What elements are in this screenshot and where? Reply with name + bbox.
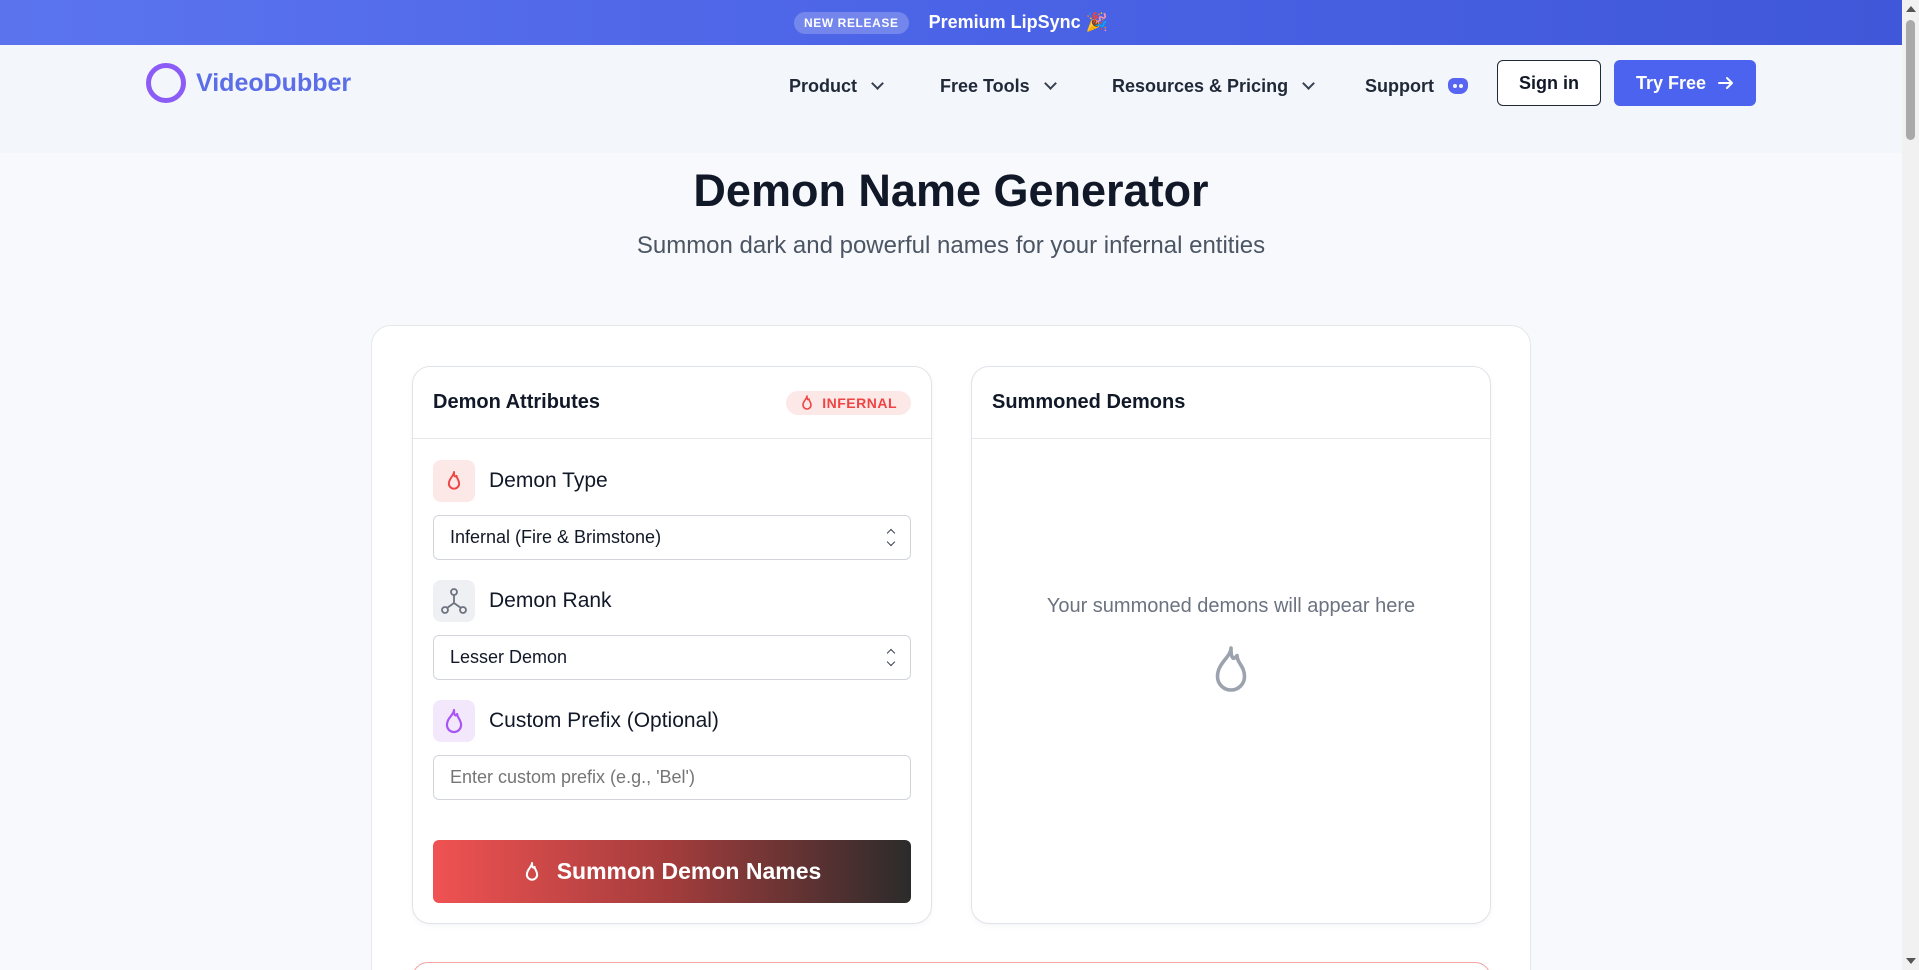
try-free-label: Try Free	[1635, 72, 1707, 93]
chevron-down-icon	[1043, 77, 1057, 90]
select-chevrons-icon	[886, 648, 896, 667]
scroll-up-icon[interactable]	[1906, 6, 1916, 12]
flame-icon	[525, 861, 538, 881]
demon-attributes-card: Demon Attributes INFERNAL Demon Type Inf…	[412, 366, 932, 924]
nav-item-resources-pricing[interactable]: Resources & Pricing	[1112, 70, 1315, 102]
flame-icon	[802, 394, 813, 410]
sign-in-button[interactable]: Sign in	[1497, 60, 1601, 106]
arrow-right-icon	[1718, 77, 1734, 89]
announcement-banner[interactable]: NEW RELEASE Premium LipSync 🎉	[0, 0, 1902, 45]
flame-icon	[433, 460, 475, 502]
new-release-badge: NEW RELEASE	[793, 11, 909, 34]
fire-icon	[433, 700, 475, 742]
logo[interactable]: VideoDubber	[146, 63, 351, 103]
chevron-down-icon	[871, 77, 884, 90]
demon-rank-select[interactable]: Lesser Demon	[433, 635, 911, 680]
page-scrollbar[interactable]	[1902, 0, 1919, 970]
flame-icon	[1215, 646, 1247, 692]
nav-item-label: Resources & Pricing	[1112, 75, 1289, 96]
infernal-badge: INFERNAL	[786, 390, 911, 415]
demon-type-value: Infernal (Fire & Brimstone)	[450, 527, 662, 547]
results-card-header: Summoned Demons	[972, 367, 1490, 439]
chevron-down-icon	[1302, 77, 1315, 90]
select-chevrons-icon	[886, 528, 896, 547]
custom-prefix-text: Custom Prefix (Optional)	[489, 709, 719, 732]
summoned-demons-card: Summoned Demons Your summoned demons wil…	[971, 366, 1491, 924]
custom-prefix-input[interactable]	[433, 755, 911, 800]
demon-type-select[interactable]: Infernal (Fire & Brimstone)	[433, 515, 911, 560]
summon-button-label: Summon Demon Names	[556, 858, 822, 884]
discord-icon	[1448, 78, 1468, 94]
attributes-card-title: Demon Attributes	[433, 391, 601, 413]
try-free-button[interactable]: Try Free	[1614, 60, 1756, 106]
summon-demon-names-button[interactable]: Summon Demon Names	[433, 840, 911, 903]
demon-type-label: Demon Type	[433, 460, 608, 502]
demon-rank-label: Demon Rank	[433, 580, 612, 622]
banner-text[interactable]: Premium LipSync 🎉	[929, 12, 1108, 33]
nav-item-label: Support	[1365, 75, 1434, 96]
nav-item-free-tools[interactable]: Free Tools	[940, 70, 1057, 102]
nav-item-label: Free Tools	[940, 75, 1030, 96]
hierarchy-icon	[433, 580, 475, 622]
logo-ring-icon	[146, 63, 186, 103]
custom-prefix-label: Custom Prefix (Optional)	[433, 700, 719, 742]
nav-item-support[interactable]: Support	[1365, 70, 1468, 102]
demon-rank-value: Lesser Demon	[450, 647, 568, 667]
infernal-badge-label: INFERNAL	[822, 394, 897, 411]
page-title: Demon Name Generator	[693, 165, 1209, 216]
nav-item-label: Product	[789, 75, 858, 96]
attributes-card-header: Demon Attributes INFERNAL	[413, 367, 931, 439]
demon-type-text: Demon Type	[489, 469, 608, 492]
nav-item-product[interactable]: Product	[789, 70, 884, 102]
demon-rank-text: Demon Rank	[489, 589, 612, 612]
next-section-card	[412, 962, 1491, 970]
scroll-down-icon[interactable]	[1906, 958, 1916, 964]
page-subtitle: Summon dark and powerful names for your …	[636, 232, 1266, 259]
navbar: VideoDubber Product Free Tools Resources…	[0, 45, 1902, 153]
logo-text: VideoDubber	[196, 68, 352, 97]
empty-state-text: Your summoned demons will appear here	[1046, 595, 1416, 617]
results-card-title: Summoned Demons	[992, 391, 1186, 413]
sign-in-label: Sign in	[1519, 72, 1579, 93]
scroll-thumb[interactable]	[1906, 20, 1915, 140]
